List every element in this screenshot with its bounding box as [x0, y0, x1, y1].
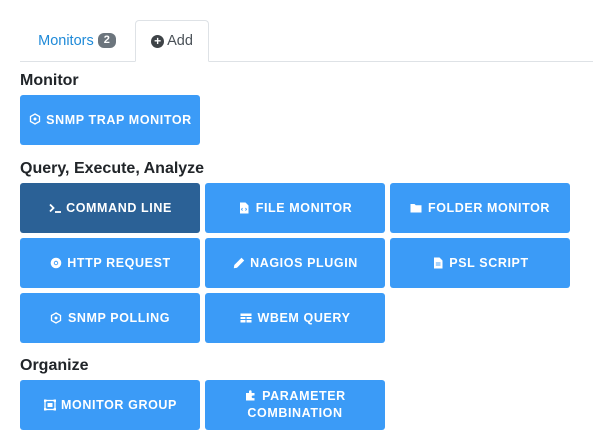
- folder-monitor-button[interactable]: FOLDER MONITOR: [390, 183, 570, 233]
- monitor-group-label: MONITOR GROUP: [61, 397, 177, 412]
- terminal-icon: [48, 202, 61, 215]
- wbem-query-label: WBEM QUERY: [257, 310, 351, 325]
- snmp-trap-monitor-button[interactable]: SNMP TRAP MONITOR: [20, 95, 200, 145]
- plus-circle-icon: +: [151, 34, 165, 48]
- network-icon: [50, 312, 63, 325]
- psl-script-button[interactable]: PSL SCRIPT: [390, 238, 570, 288]
- tab-bar: Monitors 2 + Add: [20, 20, 593, 62]
- command-line-button[interactable]: COMMAND LINE: [20, 183, 200, 233]
- snmp-polling-label: SNMP POLLING: [67, 310, 171, 325]
- section-heading-monitor: Monitor: [20, 72, 79, 89]
- command-line-label: COMMAND LINE: [66, 200, 172, 215]
- nagios-plugin-label: NAGIOS PLUGIN: [250, 255, 358, 270]
- parameter-combination-button[interactable]: PARAMETER COMBINATION: [205, 380, 385, 430]
- file-code-icon: [238, 202, 251, 215]
- monitors-count-badge: 2: [97, 33, 116, 48]
- section-heading-query: Query, Execute, Analyze: [20, 160, 205, 177]
- psl-script-label: PSL SCRIPT: [449, 255, 529, 270]
- file-monitor-button[interactable]: FILE MONITOR: [205, 183, 385, 233]
- tab-monitors-label: Monitors: [38, 32, 94, 49]
- snmp-trap-monitor-label: SNMP TRAP MONITOR: [46, 112, 192, 127]
- puzzle-icon: [244, 389, 257, 402]
- http-request-label: HTTP REQUEST: [67, 255, 171, 270]
- section-heading-organize: Organize: [20, 357, 89, 374]
- snmp-polling-button[interactable]: SNMP POLLING: [20, 293, 200, 343]
- tab-monitors[interactable]: Monitors 2: [20, 20, 134, 61]
- parameter-combination-label: PARAMETER COMBINATION: [247, 389, 346, 420]
- folder-monitor-label: FOLDER MONITOR: [427, 200, 551, 215]
- pencil-icon: [232, 257, 245, 270]
- table-icon: [239, 312, 252, 325]
- folder-icon: [410, 202, 423, 215]
- chrome-icon: [49, 257, 62, 270]
- wbem-query-button[interactable]: WBEM QUERY: [205, 293, 385, 343]
- http-request-button[interactable]: HTTP REQUEST: [20, 238, 200, 288]
- file-monitor-label: FILE MONITOR: [255, 200, 353, 215]
- object-group-icon: [43, 399, 56, 412]
- monitor-group-button[interactable]: MONITOR GROUP: [20, 380, 200, 430]
- tab-add[interactable]: + Add: [135, 20, 209, 62]
- tab-add-label: Add: [167, 33, 193, 49]
- file-text-icon: [431, 257, 444, 270]
- nagios-plugin-button[interactable]: NAGIOS PLUGIN: [205, 238, 385, 288]
- network-icon: [28, 112, 41, 125]
